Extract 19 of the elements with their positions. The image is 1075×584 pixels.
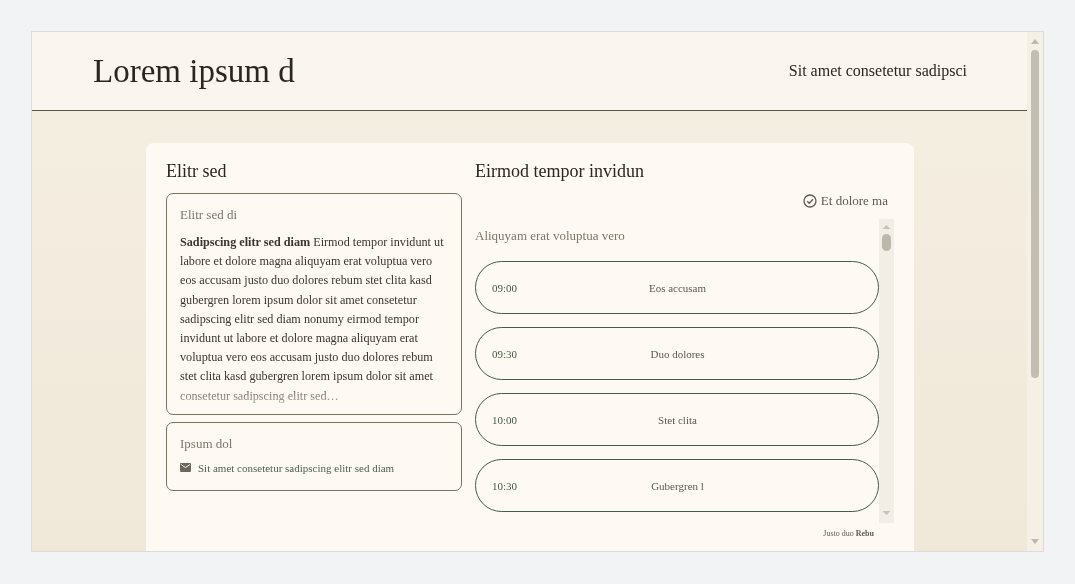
mail-icon [180, 463, 191, 473]
section-heading: Elitr sed [166, 161, 228, 183]
page-scrollbar[interactable] [1027, 32, 1043, 551]
list-subtitle: Aliquyam erat voluptua vero [475, 228, 626, 244]
status-text: Et dolore ma [820, 193, 888, 209]
check-circle-icon [802, 194, 817, 208]
section-heading: Eirmod tempor invidun [475, 161, 645, 183]
header-link[interactable]: Sit amet consetetur sadipsci [788, 62, 967, 80]
contact-label: Ipsum dol [180, 435, 234, 452]
note-text: Sadipscing elitr sed diam Eirmod tempor invidunt ut labore et dolore magna aliquyam erat voluptua vero eos accusam justo duo dolores rebum stet clita kasd gubergren lorem ipsum dolor sit amet consetetur sadipscing elitr sed diam nonumy eirmod tempor invidunt ut labore et dolore magna aliquyam erat voluptua vero eos accusam justo duo dolores rebum stet clita kasd gubergren lorem ipsum dolor sit amet consetetur sadipscing elitr sed… [180, 234, 445, 405]
email-link[interactable]: Sit amet consetetur sadipscing elitr sed diam [198, 461, 395, 474]
time-slot[interactable]: 10:00 Stet clita [475, 393, 879, 446]
footer-credit: Justo duo Rebu [822, 528, 875, 538]
time-slot[interactable]: 10:30 Gubergren l [475, 459, 879, 512]
time-slot[interactable]: 09:30 Duo dolores [475, 327, 879, 380]
site-title: Lorem ipsum d [93, 52, 295, 90]
time-slot[interactable]: 09:00 Eos accusam [475, 261, 879, 314]
note-label: Elitr sed di [180, 207, 239, 223]
scrollbar[interactable] [879, 219, 894, 523]
